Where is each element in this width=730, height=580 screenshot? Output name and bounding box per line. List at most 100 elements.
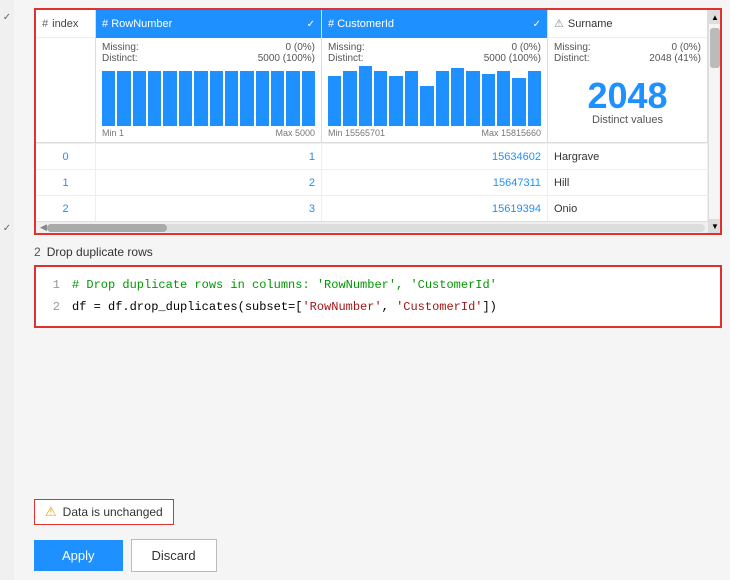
missing-label-2: Missing: [328, 42, 365, 53]
bar [405, 71, 418, 126]
bottom-bar: Apply Discard [14, 531, 730, 580]
bar [117, 71, 130, 126]
surname-distinct-number: 2048 [554, 78, 701, 114]
customerid-distinct-val: 5000 (100%) [484, 53, 541, 64]
distinct-label-2: Distinct: [328, 53, 364, 64]
rownumber-header-label: # RowNumber [102, 18, 172, 30]
bar [133, 71, 146, 126]
bar [343, 71, 356, 126]
scrollbar-track [47, 224, 705, 232]
customerid-header[interactable]: # CustomerId ✓ [322, 10, 547, 38]
surname-stats: Missing: 0 (0%) Distinct: 2048 (41%) [548, 38, 707, 68]
cell-index-0: 0 [36, 144, 96, 169]
customerid-stats: Missing: 0 (0%) Distinct: 5000 (100%) [322, 38, 547, 68]
scrollbar-thumb[interactable] [47, 224, 167, 232]
status-badge: ⚠ Data is unchanged [34, 499, 174, 525]
surname-distinct-text: Distinct values [554, 114, 701, 126]
vertical-scrollbar[interactable]: ▲ ▼ [708, 10, 720, 233]
surname-missing-row: Missing: 0 (0%) [554, 42, 701, 53]
cell-customerid-1: 15647311 [322, 170, 548, 195]
cell-index-2: 2 [36, 196, 96, 221]
data-table-section: ▲ ▼ # index [34, 8, 722, 235]
bar [102, 71, 115, 126]
cell-rownumber-1: 2 [96, 170, 322, 195]
rownumber-distinct-val: 5000 (100%) [258, 53, 315, 64]
apply-button[interactable]: Apply [34, 540, 123, 571]
scroll-down-button[interactable]: ▼ [709, 219, 721, 233]
main-container: ✓ ✓ ▲ ▼ # [0, 0, 730, 580]
table-header-row: # index # RowNumber ✓ [36, 10, 720, 143]
outer-wrapper: ✓ ✓ ▲ ▼ # [0, 0, 730, 580]
bar [374, 71, 387, 126]
surname-distinct-big: 2048 Distinct values [548, 68, 707, 130]
missing-label: Missing: [102, 42, 139, 53]
customerid-minmax: Min 15565701 Max 15815660 [322, 128, 547, 142]
rownumber-max: Max 5000 [275, 128, 315, 138]
hash-icon: # [42, 18, 48, 30]
cell-customerid-0: 15634602 [322, 144, 548, 169]
status-section: ⚠ Data is unchanged [14, 491, 730, 531]
checkmark-customerid: ✓ [533, 19, 541, 30]
content-area: ▲ ▼ # index [14, 0, 730, 580]
bar [210, 71, 223, 126]
bar [466, 71, 479, 126]
col-customerid: # CustomerId ✓ Missing: 0 (0%) Dis [322, 10, 548, 142]
surname-distinct-val: 2048 (41%) [649, 53, 701, 64]
rownumber-distinct-row: Distinct: 5000 (100%) [102, 53, 315, 64]
bar [194, 71, 207, 126]
bar [225, 71, 238, 126]
customerid-distinct-row: Distinct: 5000 (100%) [328, 53, 541, 64]
surname-missing-val: 0 (0%) [672, 42, 701, 53]
table-row: 0 1 15634602 Hargrave [36, 143, 708, 169]
code-comment-1: # Drop duplicate rows in columns: 'RowNu… [72, 275, 497, 297]
bar [302, 71, 315, 126]
horizontal-scrollbar[interactable]: ◀ ▶ [36, 221, 720, 233]
missing-label-3: Missing: [554, 42, 591, 53]
rownumber-min: Min 1 [102, 128, 124, 138]
scroll-track [709, 24, 720, 219]
rownumber-header[interactable]: # RowNumber ✓ [96, 10, 321, 38]
table-row: 2 3 15619394 Onio [36, 195, 708, 221]
step-number: 2 [34, 245, 41, 259]
rownumber-chart [96, 68, 321, 128]
customerid-header-label: # CustomerId [328, 18, 394, 30]
bar [497, 71, 510, 126]
cell-surname-2: Onio [548, 196, 708, 221]
cell-index-1: 1 [36, 170, 96, 195]
index-label: index [52, 18, 78, 30]
bar [240, 71, 253, 126]
hash-icon-cust: # [328, 18, 337, 30]
customerid-max: Max 15815660 [481, 128, 541, 138]
bar [256, 71, 269, 126]
bar [420, 86, 433, 126]
surname-header[interactable]: ⚠ Surname [548, 10, 707, 38]
surname-label: Surname [568, 18, 613, 30]
checkmark-icon: ✓ [3, 12, 11, 23]
bar [436, 71, 449, 126]
rownumber-missing-row: Missing: 0 (0%) [102, 42, 315, 53]
bar [512, 78, 525, 126]
cell-surname-1: Hill [548, 170, 708, 195]
code-text-2: df = df.drop_duplicates(subset=['RowNumb… [72, 297, 497, 319]
bar [179, 71, 192, 126]
checkmark-rownumber: ✓ [307, 19, 315, 30]
scroll-left-button[interactable]: ◀ [40, 222, 47, 233]
discard-button[interactable]: Discard [131, 539, 217, 572]
rownumber-stats: Missing: 0 (0%) Distinct: 5000 (100%) [96, 38, 321, 68]
left-indicator: ✓ ✓ [0, 0, 14, 580]
customerid-chart [322, 68, 547, 128]
cell-surname-0: Hargrave [548, 144, 708, 169]
bar [286, 71, 299, 126]
checkmark-icon-2: ✓ [3, 223, 11, 234]
bar [389, 76, 402, 126]
col-rownumber: # RowNumber ✓ Missing: 0 (0%) Dist [96, 10, 322, 142]
scroll-up-button[interactable]: ▲ [709, 10, 721, 24]
code-line-1: 1 # Drop duplicate rows in columns: 'Row… [44, 275, 712, 297]
scroll-thumb[interactable] [710, 28, 720, 68]
bar [482, 74, 495, 126]
surname-distinct-row: Distinct: 2048 (41%) [554, 53, 701, 64]
code-line-2: 2 df = df.drop_duplicates(subset=['RowNu… [44, 297, 712, 319]
col-surname: ⚠ Surname Missing: 0 (0%) Distinct: 2048… [548, 10, 708, 142]
table-row: 1 2 15647311 Hill [36, 169, 708, 195]
step-label: Drop duplicate rows [47, 245, 153, 259]
